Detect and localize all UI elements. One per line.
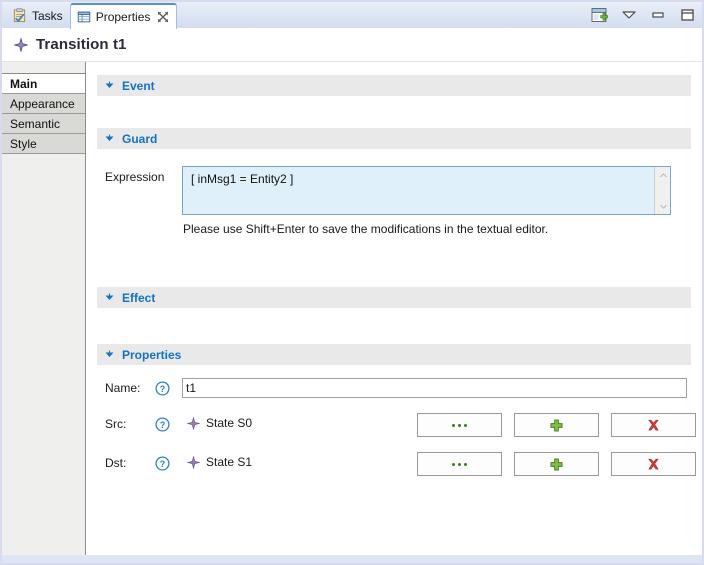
- dst-label: Dst:: [105, 456, 127, 470]
- plus-icon: [550, 457, 563, 471]
- tab-properties[interactable]: Properties: [69, 3, 178, 29]
- scroll-up-icon[interactable]: [655, 168, 670, 182]
- expression-label: Expression: [105, 170, 165, 184]
- properties-body: Main Appearance Semantic Style Event Gua…: [2, 62, 702, 563]
- section-header-guard[interactable]: Guard: [97, 128, 691, 149]
- section-title: Event: [122, 78, 155, 93]
- property-row-src: Src: ? State S0: [87, 413, 702, 437]
- maximize-icon[interactable]: [678, 6, 696, 24]
- help-icon[interactable]: ?: [155, 456, 170, 471]
- name-label: Name:: [105, 381, 141, 395]
- property-row-name: Name: ?: [87, 378, 702, 400]
- expression-scrollbar[interactable]: [654, 167, 670, 214]
- sidebar-item-style[interactable]: Style: [2, 134, 85, 154]
- sidebar-item-semantic[interactable]: Semantic: [2, 114, 85, 134]
- src-value-group[interactable]: State S0: [186, 415, 253, 431]
- view-tab-bar: Tasks Properties: [2, 2, 702, 29]
- src-value: State S0: [206, 416, 253, 430]
- dst-browse-button[interactable]: [417, 452, 502, 476]
- help-icon[interactable]: ?: [155, 417, 170, 432]
- dst-add-button[interactable]: [514, 452, 599, 476]
- src-button-group: [417, 413, 696, 437]
- delete-x-icon: [647, 419, 660, 432]
- chevron-down-icon: [104, 292, 115, 303]
- expression-textarea[interactable]: [ inMsg1 = Entity2 ]: [182, 166, 671, 215]
- section-title: Effect: [122, 290, 156, 305]
- properties-table-icon: [77, 10, 91, 24]
- view-toolbar: [591, 5, 696, 25]
- chevron-down-icon: [104, 80, 115, 91]
- expression-value: [ inMsg1 = Entity2 ]: [191, 172, 294, 186]
- transition-diamond-icon: [13, 36, 29, 53]
- horizontal-scrollbar[interactable]: [2, 555, 702, 563]
- section-title: Properties: [122, 347, 182, 362]
- new-properties-view-icon[interactable]: [591, 6, 609, 24]
- sidebar-item-main[interactable]: Main: [2, 74, 85, 94]
- state-diamond-icon: [186, 454, 201, 470]
- tab-tasks[interactable]: Tasks: [6, 3, 70, 28]
- tab-list-sidebar: Main Appearance Semantic Style: [2, 62, 86, 563]
- page-title-bar: Transition t1: [2, 28, 702, 62]
- view-menu-chevron-icon[interactable]: [620, 6, 638, 24]
- close-icon[interactable]: [157, 11, 169, 23]
- sidebar-item-label: Style: [10, 137, 37, 151]
- tab-label: Properties: [95, 10, 151, 24]
- src-label: Src:: [105, 417, 127, 431]
- svg-text:?: ?: [160, 420, 166, 430]
- chevron-down-icon: [104, 133, 115, 144]
- sidebar-top-stub: [2, 62, 85, 74]
- ellipsis-icon: [452, 423, 467, 427]
- src-remove-button[interactable]: [611, 413, 696, 437]
- section-header-properties[interactable]: Properties: [97, 344, 691, 365]
- src-browse-button[interactable]: [417, 413, 502, 437]
- section-title: Guard: [122, 131, 158, 146]
- sidebar-item-label: Main: [10, 77, 38, 91]
- help-icon[interactable]: ?: [155, 381, 170, 396]
- delete-x-icon: [647, 458, 660, 471]
- svg-text:?: ?: [160, 459, 166, 469]
- dst-remove-button[interactable]: [611, 452, 696, 476]
- section-header-effect[interactable]: Effect: [97, 287, 691, 308]
- properties-view-window: Tasks Properties Transition t1 Main Appe…: [0, 0, 704, 565]
- sidebar-item-label: Appearance: [10, 97, 75, 111]
- page-title: Transition t1: [36, 36, 127, 53]
- state-diamond-icon: [186, 415, 201, 431]
- minimize-icon[interactable]: [649, 6, 667, 24]
- section-header-event[interactable]: Event: [97, 75, 691, 96]
- dst-button-group: [417, 452, 696, 476]
- main-content: Event Guard Expression [ inMsg1 = Entity…: [87, 62, 702, 563]
- dst-value-group[interactable]: State S1: [186, 454, 253, 470]
- ellipsis-icon: [452, 462, 467, 466]
- plus-icon: [550, 418, 563, 432]
- tab-label: Tasks: [32, 8, 63, 23]
- chevron-down-icon: [104, 349, 115, 360]
- scroll-down-icon[interactable]: [655, 199, 670, 213]
- property-row-dst: Dst: ? State S1: [87, 452, 702, 476]
- svg-text:?: ?: [160, 384, 166, 394]
- dst-value: State S1: [206, 455, 253, 469]
- src-add-button[interactable]: [514, 413, 599, 437]
- sidebar-item-label: Semantic: [10, 117, 61, 131]
- tasks-clipboard-icon: [12, 8, 27, 23]
- expression-hint: Please use Shift+Enter to save the modif…: [183, 222, 549, 236]
- sidebar-item-appearance[interactable]: Appearance: [2, 94, 85, 114]
- name-input[interactable]: [182, 378, 687, 398]
